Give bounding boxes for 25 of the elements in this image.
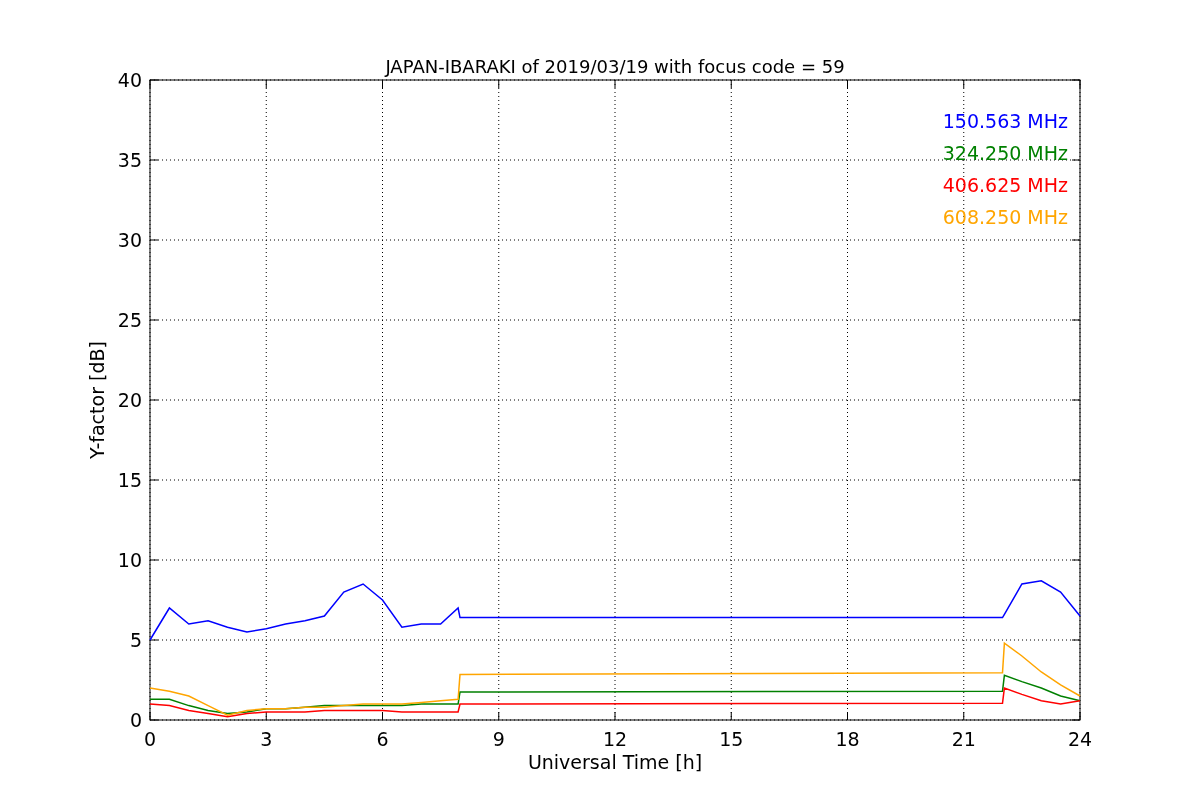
tick-label: 30 <box>117 229 142 251</box>
tick-label: 15 <box>719 728 744 750</box>
tick-label: 0 <box>143 728 157 750</box>
tick-label: 18 <box>835 728 860 750</box>
tick-label: 40 <box>117 69 142 91</box>
axis-label: Y-factor [dB] <box>86 341 108 459</box>
legend-entry: 324.250 MHz <box>942 142 1068 164</box>
tick-label: 12 <box>602 728 628 750</box>
tick-label: 25 <box>117 309 142 331</box>
tick-label: 6 <box>376 728 389 750</box>
legend-entry: 608.250 MHz <box>942 206 1068 228</box>
tick-label: 21 <box>951 728 976 750</box>
tick-label: 35 <box>117 149 142 171</box>
tick-label: 24 <box>1067 728 1093 750</box>
tick-label: 3 <box>260 728 273 750</box>
tick-label: 9 <box>492 728 505 750</box>
axis-label: Universal Time [h] <box>527 751 703 773</box>
legend-entry: 150.563 MHz <box>942 110 1068 132</box>
tick-label: 0 <box>129 709 142 731</box>
tick-label: 5 <box>129 629 142 651</box>
tick-label: 10 <box>117 549 142 571</box>
chart-title: JAPAN-IBARAKI of 2019/03/19 with focus code = 59 <box>385 56 845 77</box>
legend-entry: 406.625 MHz <box>942 174 1068 196</box>
tick-label: 15 <box>117 469 142 491</box>
tick-label: 20 <box>117 389 142 411</box>
